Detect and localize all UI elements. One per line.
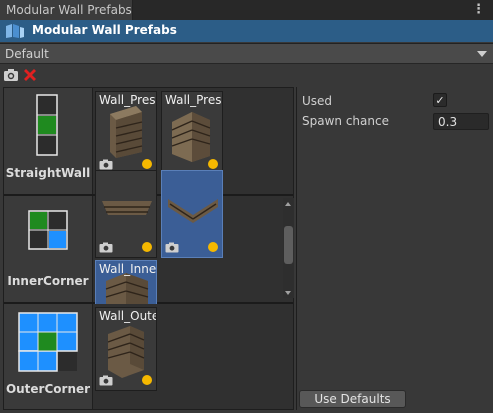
- prefab-name: Wall_Prese: [99, 93, 157, 107]
- preset-dropdown[interactable]: Default: [0, 43, 493, 64]
- window-tab[interactable]: Modular Wall Prefabs: [0, 0, 133, 20]
- camera-icon[interactable]: [165, 242, 179, 253]
- category-thumbs: Wall_Inner_: [93, 170, 293, 308]
- category-header[interactable]: InnerCorner: [4, 196, 93, 302]
- category-label: StraightWall: [5, 166, 91, 180]
- prefab-thumbnail[interactable]: Wall_Prese: [95, 91, 157, 175]
- header-title: Modular Wall Prefabs: [32, 23, 177, 37]
- toolbar: [0, 65, 493, 85]
- inner-corner-icon: [28, 210, 68, 250]
- scrollbar-thumb[interactable]: [284, 226, 293, 264]
- kebab-menu-icon[interactable]: ⋮: [472, 2, 485, 17]
- status-dot: [208, 159, 218, 169]
- category-row-innercorner[interactable]: InnerCorner Wall_Inne: [4, 170, 293, 308]
- camera-icon[interactable]: [3, 68, 19, 82]
- status-dot: [142, 159, 152, 169]
- category-row-outercorner[interactable]: OuterCorner Wall_Outer_: [4, 304, 293, 409]
- scroll-down-arrow-icon[interactable]: [285, 291, 291, 295]
- outer-corner-icon: [18, 312, 78, 372]
- prefab-thumbnail[interactable]: Wall_Inner_: [95, 260, 157, 308]
- status-dot: [142, 242, 152, 252]
- modular-logo-icon: [6, 24, 24, 38]
- used-checkbox[interactable]: ✓: [433, 93, 447, 107]
- close-icon[interactable]: [22, 67, 38, 83]
- spawn-chance-label: Spawn chance: [302, 114, 389, 128]
- category-thumbs: Wall_Outer_: [93, 304, 293, 409]
- camera-icon[interactable]: [99, 242, 113, 253]
- prefab-inspector: Used ✓ Spawn chance 0.3 Use Defaults: [296, 87, 493, 410]
- use-defaults-button[interactable]: Use Defaults: [299, 390, 406, 408]
- camera-icon[interactable]: [99, 375, 113, 386]
- scroll-up-arrow-icon[interactable]: [285, 202, 291, 206]
- used-label: Used: [302, 94, 333, 108]
- prefab-name: Wall_Prese: [165, 93, 223, 107]
- window-header: Modular Wall Prefabs: [0, 20, 493, 42]
- chevron-down-icon: [477, 51, 487, 57]
- status-dot: [208, 242, 218, 252]
- prefab-thumbnail[interactable]: Wall_Prese: [161, 91, 223, 175]
- category-label: InnerCorner: [7, 274, 89, 288]
- category-header[interactable]: OuterCorner: [4, 304, 93, 409]
- status-dot: [142, 375, 152, 385]
- scrollbar[interactable]: [283, 198, 294, 298]
- prefab-thumbnail[interactable]: [161, 170, 223, 258]
- category-header[interactable]: StraightWall: [4, 88, 93, 194]
- prefab-name: Wall_Outer_: [99, 309, 156, 323]
- spawn-chance-field[interactable]: 0.3: [433, 113, 489, 130]
- prefab-category-list: StraightWall Wall_Prese Wall_Prese Inner…: [3, 87, 294, 410]
- camera-icon[interactable]: [99, 159, 113, 170]
- preset-selected-value: Default: [5, 47, 49, 61]
- prefab-thumbnail[interactable]: Wall_Outer_: [95, 307, 157, 391]
- prefab-name: Wall_Inner_: [99, 262, 157, 276]
- category-label: OuterCorner: [5, 382, 91, 396]
- straight-wall-icon: [36, 94, 58, 156]
- prefab-thumbnail[interactable]: [95, 170, 157, 258]
- window-tab-bar: Modular Wall Prefabs ⋮: [0, 0, 493, 20]
